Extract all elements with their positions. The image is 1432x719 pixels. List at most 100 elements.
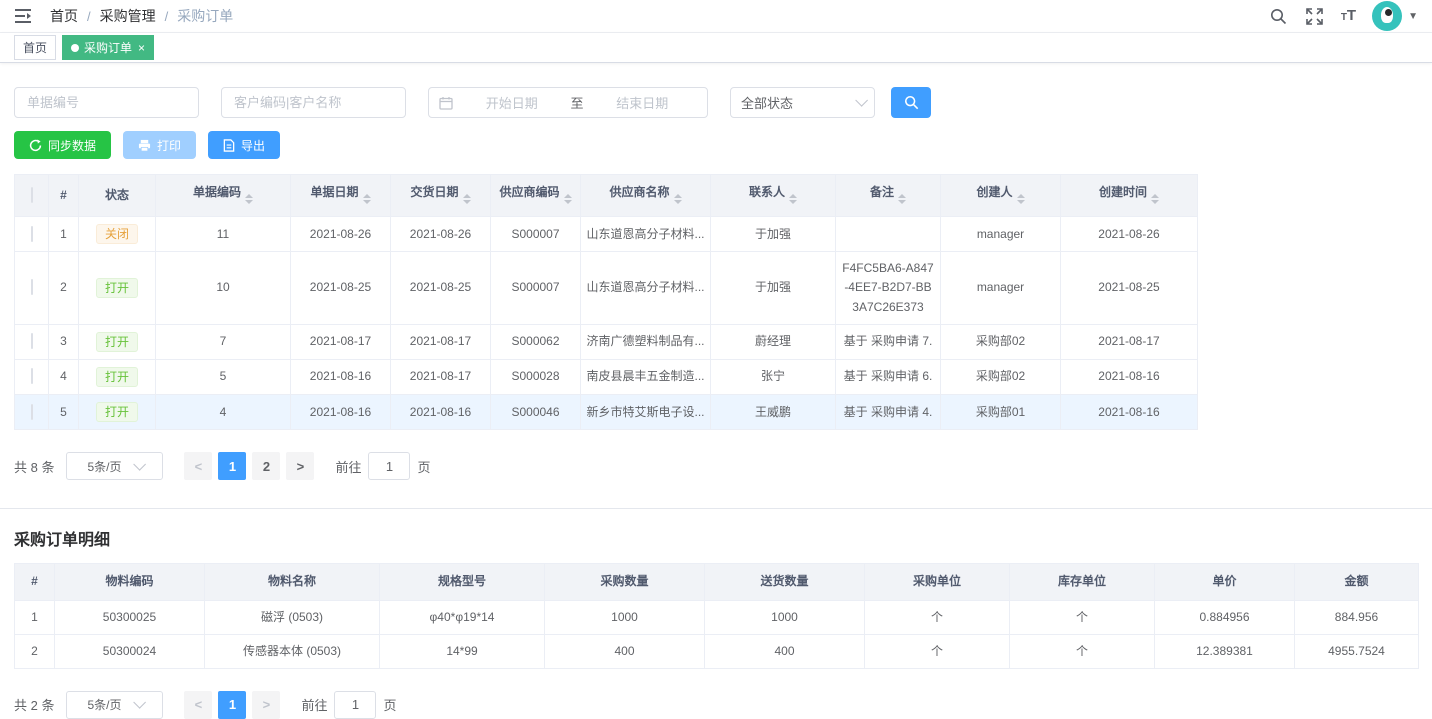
orders-cell-delivery-date: 2021-08-25	[391, 252, 491, 325]
orders-goto-input[interactable]	[368, 452, 410, 480]
tab-purchase-order-label: 采购订单	[84, 39, 132, 56]
sort-caret-icon[interactable]	[898, 190, 906, 208]
orders-column-label: 单据编码	[193, 185, 241, 199]
orders-header-row: #状态单据编码单据日期交货日期供应商编码供应商名称联系人备注创建人创建时间	[15, 175, 1198, 217]
sync-data-button[interactable]: 同步数据	[14, 131, 111, 159]
orders-total-count: 共 8 条	[14, 457, 54, 476]
avatar[interactable]	[1372, 1, 1402, 31]
detail-column-header: 采购单位	[865, 564, 1010, 600]
orders-column-header[interactable]: 供应商编码	[491, 175, 581, 217]
orders-row-select-cell[interactable]	[15, 359, 49, 394]
sort-ascending-icon	[674, 190, 682, 198]
start-date-placeholder[interactable]: 开始日期	[457, 93, 567, 112]
detail-cell-amount: 4955.7524	[1295, 634, 1419, 668]
row-checkbox[interactable]	[31, 333, 33, 349]
tab-purchase-order[interactable]: 采购订单 ×	[62, 35, 154, 60]
row-checkbox[interactable]	[31, 226, 33, 242]
orders-column-header[interactable]: 联系人	[711, 175, 836, 217]
sort-ascending-icon	[463, 190, 471, 198]
print-button[interactable]: 打印	[123, 131, 196, 159]
orders-column-label: 单据日期	[310, 185, 358, 199]
orders-row-select-cell[interactable]	[15, 252, 49, 325]
sort-descending-icon	[674, 200, 682, 208]
breadcrumb-purchase-mgmt[interactable]: 采购管理	[100, 6, 156, 26]
prev-page-button[interactable]: <	[184, 452, 212, 480]
customer-input[interactable]	[221, 87, 406, 118]
sort-caret-icon[interactable]	[564, 190, 572, 208]
row-checkbox[interactable]	[31, 404, 33, 420]
fullscreen-icon[interactable]	[1305, 6, 1325, 26]
sort-descending-icon	[789, 200, 797, 208]
orders-cell-status: 关闭	[79, 217, 156, 252]
chevron-down-icon	[855, 94, 868, 107]
orders-cell-order-date: 2021-08-16	[291, 359, 391, 394]
top-navbar: 首页 / 采购管理 / 采购订单 TT ▼	[0, 0, 1432, 33]
sort-caret-icon[interactable]	[789, 190, 797, 208]
orders-pager: <12>	[181, 452, 317, 480]
orders-cell-delivery-date: 2021-08-16	[391, 395, 491, 430]
date-range-picker[interactable]: 开始日期 至 结束日期	[428, 87, 708, 118]
tags-view-bar: 首页 采购订单 ×	[0, 33, 1432, 63]
orders-cell-creator: 采购部02	[941, 359, 1061, 394]
breadcrumb-home[interactable]: 首页	[50, 6, 78, 26]
order-no-input[interactable]	[14, 87, 199, 118]
orders-cell-contact: 王威鹏	[711, 395, 836, 430]
document-icon	[223, 139, 235, 152]
search-icon[interactable]	[1269, 6, 1289, 26]
hamburger-icon[interactable]	[14, 6, 34, 26]
orders-cell-delivery-date: 2021-08-17	[391, 359, 491, 394]
detail-cell-material-name: 传感器本体 (0503)	[205, 634, 380, 668]
close-icon[interactable]: ×	[138, 42, 145, 54]
sort-ascending-icon	[363, 190, 371, 198]
select-all-checkbox[interactable]	[31, 187, 33, 203]
sort-caret-icon[interactable]	[245, 190, 253, 208]
sort-caret-icon[interactable]	[674, 190, 682, 208]
orders-table-row[interactable]: 1关闭112021-08-262021-08-26S000007山东道恩高分子材…	[15, 217, 1198, 252]
orders-column-label: 交货日期	[410, 185, 458, 199]
orders-cell-order-date: 2021-08-16	[291, 395, 391, 430]
sort-descending-icon	[564, 200, 572, 208]
font-size-icon[interactable]: TT	[1341, 8, 1356, 24]
orders-table-row[interactable]: 2打开102021-08-252021-08-25S000007山东道恩高分子材…	[15, 252, 1198, 325]
sort-caret-icon[interactable]	[363, 190, 371, 208]
orders-column-label: 供应商编码	[499, 185, 559, 199]
orders-column-header[interactable]: 交货日期	[391, 175, 491, 217]
user-menu[interactable]: ▼	[1372, 1, 1418, 31]
orders-row-select-cell[interactable]	[15, 395, 49, 430]
orders-table-row[interactable]: 3打开72021-08-172021-08-17S000062济南广德塑料制品有…	[15, 324, 1198, 359]
orders-column-header[interactable]: 供应商名称	[581, 175, 711, 217]
orders-row-select-cell[interactable]	[15, 324, 49, 359]
row-checkbox[interactable]	[31, 368, 33, 384]
orders-cell-supplier-name: 新乡市特艾斯电子设...	[581, 395, 711, 430]
orders-column-header[interactable]: 单据日期	[291, 175, 391, 217]
orders-column-header[interactable]: 备注	[836, 175, 941, 217]
orders-column-label: 供应商名称	[609, 185, 669, 199]
orders-page-size-select[interactable]: 5条/页	[66, 452, 163, 480]
next-page-button[interactable]: >	[286, 452, 314, 480]
orders-table-row[interactable]: 5打开42021-08-162021-08-16S000046新乡市特艾斯电子设…	[15, 395, 1198, 430]
tab-home[interactable]: 首页	[14, 35, 56, 60]
export-button[interactable]: 导出	[208, 131, 280, 159]
status-select[interactable]: 全部状态	[730, 87, 875, 118]
sort-caret-icon[interactable]	[463, 190, 471, 208]
detail-cell-delivery-qty: 1000	[705, 600, 865, 634]
orders-cell-remark: 基于 采购申请 7.	[836, 324, 941, 359]
orders-column-header[interactable]: 创建人	[941, 175, 1061, 217]
row-checkbox[interactable]	[31, 279, 33, 295]
sort-caret-icon[interactable]	[1017, 190, 1025, 208]
orders-table-row[interactable]: 4打开52021-08-162021-08-17S000028南皮县晨丰五金制造…	[15, 359, 1198, 394]
detail-cell-stock-unit: 个	[1010, 600, 1155, 634]
status-badge: 关闭	[96, 224, 138, 244]
orders-column-header[interactable]: 单据编码	[156, 175, 291, 217]
orders-cell-creator: manager	[941, 217, 1061, 252]
detail-table-row[interactable]: 150300025磁浮 (0503)φ40*φ19*1410001000个个0.…	[15, 600, 1419, 634]
detail-cell-purchase-qty: 1000	[545, 600, 705, 634]
orders-column-header[interactable]: 创建时间	[1061, 175, 1198, 217]
page-number-button[interactable]: 2	[252, 452, 280, 480]
end-date-placeholder[interactable]: 结束日期	[588, 93, 698, 112]
orders-row-select-cell[interactable]	[15, 217, 49, 252]
search-button[interactable]	[891, 87, 931, 118]
page-number-button[interactable]: 1	[218, 452, 246, 480]
detail-table-row[interactable]: 250300024传感器本体 (0503)14*99400400个个12.389…	[15, 634, 1419, 668]
sort-caret-icon[interactable]	[1151, 190, 1159, 208]
